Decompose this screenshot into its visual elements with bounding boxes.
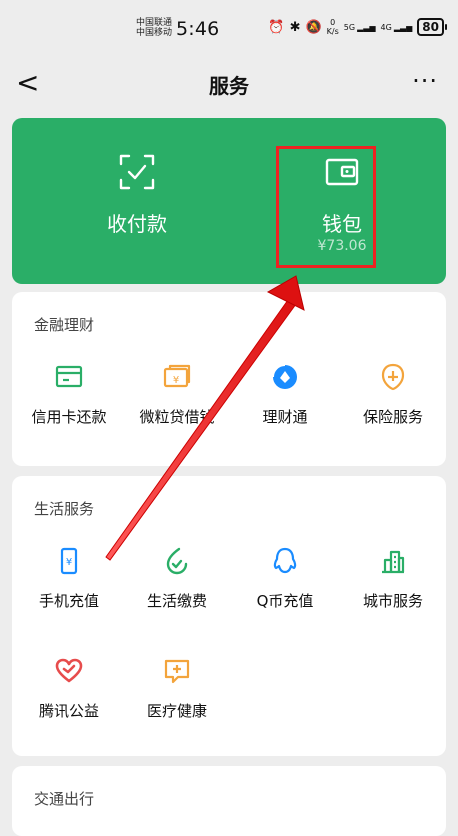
charity-label: 腾讯公益 <box>38 702 99 720</box>
battery-indicator: 80 <box>417 18 447 36</box>
carrier-2: 中国移动 <box>136 28 173 38</box>
insurance-item[interactable]: 保险服务 <box>339 362 447 426</box>
mobile-recharge-label: 手机充值 <box>38 592 99 610</box>
net-speed: 0 K/s <box>327 18 339 36</box>
credit-card-repay-item[interactable]: 信用卡还款 <box>15 362 123 426</box>
scan-check-icon <box>119 154 155 190</box>
receive-pay-button[interactable]: 收付款 <box>57 152 217 236</box>
medical-item[interactable]: 医疗健康 <box>123 656 231 720</box>
medical-icon <box>164 659 190 684</box>
qq-coin-item[interactable]: Q币充值 <box>231 546 339 610</box>
network-2: 4G <box>380 22 392 32</box>
status-icons: ⏰ ✱ 🔕 0 K/s 5G ▂▃▅ 4G ▂▃▅ 80 <box>268 18 447 36</box>
wallet-highlight-box <box>276 146 376 268</box>
city-service-item[interactable]: 城市服务 <box>339 546 447 610</box>
finance-section: 金融理财 信用卡还款 ¥ 微粒贷借钱 理财通 保险服务 <box>12 292 446 466</box>
carrier-1: 中国联通 <box>136 18 173 28</box>
city-service-icon <box>382 550 405 574</box>
medical-label: 医疗健康 <box>146 702 207 720</box>
insurance-icon <box>381 363 405 391</box>
alarm-icon: ⏰ <box>268 19 285 35</box>
network-1: 5G <box>343 22 356 32</box>
mute-icon: 🔕 <box>305 19 322 35</box>
more-icon: ··· <box>412 67 438 95</box>
status-time: 5:46 <box>176 18 220 40</box>
credit-card-icon <box>55 365 83 388</box>
status-bar: 中国联通 中国移动 5:46 ⏰ ✱ 🔕 0 K/s 5G ▂▃▅ 4G ▂▃▅… <box>0 0 458 56</box>
transport-title: 交通出行 <box>34 790 95 808</box>
loan-icon: ¥ <box>163 364 191 388</box>
charity-icon <box>55 658 83 683</box>
life-services-title: 生活服务 <box>34 500 95 518</box>
wealth-item[interactable]: 理财通 <box>231 362 339 426</box>
signal-2: 4G ▂▃▅ <box>381 23 413 32</box>
insurance-label: 保险服务 <box>362 408 423 426</box>
svg-text:¥: ¥ <box>66 557 72 568</box>
net-speed-unit: K/s <box>326 27 339 36</box>
loan-label: 微粒贷借钱 <box>139 408 215 426</box>
life-services-section: 生活服务 ¥ 手机充值 生活缴费 Q币充值 城市服务 腾讯公益 医疗健康 <box>12 476 446 756</box>
net-speed-value: 0 <box>330 18 336 27</box>
qq-coin-icon <box>273 547 297 574</box>
wealth-label: 理财通 <box>262 408 308 426</box>
navigation-bar: < 服务 ··· <box>0 56 458 112</box>
page-title: 服务 <box>209 74 249 98</box>
mobile-recharge-item[interactable]: ¥ 手机充值 <box>15 546 123 610</box>
qq-coin-label: Q币充值 <box>256 592 314 610</box>
receive-pay-label: 收付款 <box>107 212 167 236</box>
utility-payment-icon <box>166 547 188 575</box>
utility-payment-item[interactable]: 生活缴费 <box>123 546 231 610</box>
city-service-label: 城市服务 <box>362 592 423 610</box>
transport-section: 交通出行 <box>12 766 446 836</box>
mobile-recharge-icon: ¥ <box>60 547 78 575</box>
loan-item[interactable]: ¥ 微粒贷借钱 <box>123 362 231 426</box>
signal-1: 5G ▂▃▅ <box>344 23 376 32</box>
credit-card-repay-label: 信用卡还款 <box>31 408 107 426</box>
carrier-info: 中国联通 中国移动 <box>136 18 172 38</box>
signal-bars-icon: ▂▃▅ <box>393 22 413 32</box>
utility-payment-label: 生活缴费 <box>146 592 207 610</box>
charity-item[interactable]: 腾讯公益 <box>15 656 123 720</box>
more-options-button[interactable]: ··· <box>412 66 438 96</box>
payment-wallet-card: 收付款 钱包 ¥73.06 <box>12 118 446 284</box>
svg-text:¥: ¥ <box>173 375 179 386</box>
bluetooth-icon: ✱ <box>289 19 301 35</box>
finance-title: 金融理财 <box>34 316 95 334</box>
signal-bars-icon: ▂▃▅ <box>357 22 376 32</box>
wealth-icon <box>272 364 297 389</box>
